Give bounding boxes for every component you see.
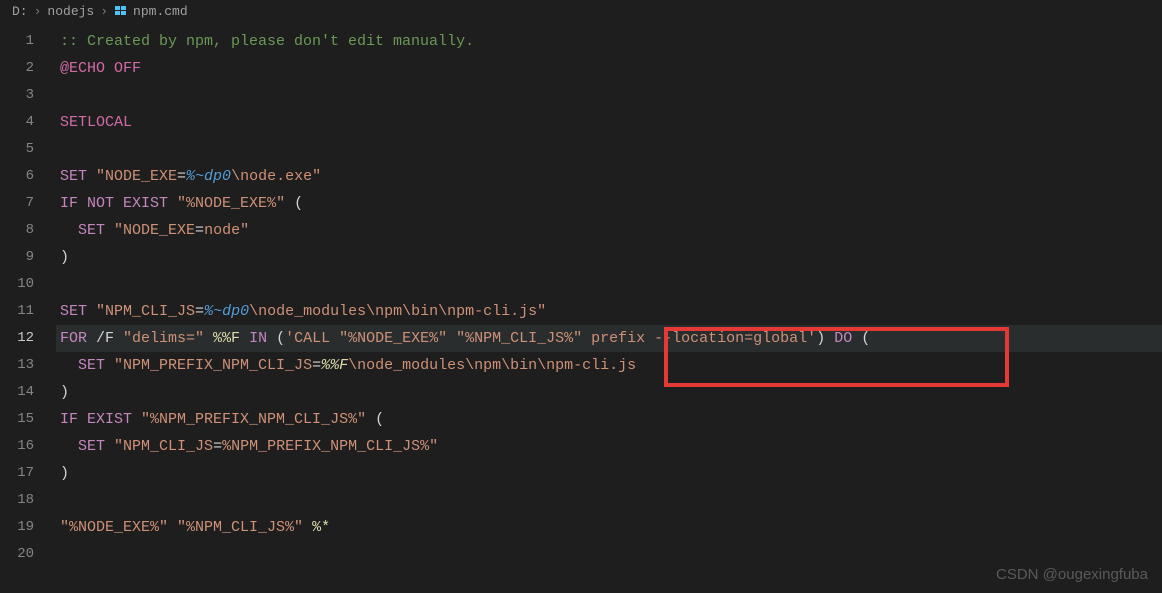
line-number: 3 [0, 82, 56, 109]
code-line[interactable]: IF NOT EXIST "%NODE_EXE%" ( [56, 190, 1162, 217]
chevron-right-icon: › [100, 4, 108, 19]
line-number: 8 [0, 217, 56, 244]
code-line[interactable]: SET "NPM_CLI_JS=%~dp0\node_modules\npm\b… [56, 298, 1162, 325]
code-line[interactable]: ) [56, 379, 1162, 406]
line-number: 7 [0, 190, 56, 217]
line-number: 1 [0, 28, 56, 55]
code-line[interactable]: "%NODE_EXE%" "%NPM_CLI_JS%" %* [56, 514, 1162, 541]
line-number: 16 [0, 433, 56, 460]
code-line[interactable] [56, 487, 1162, 514]
code-line[interactable]: @ECHO OFF [56, 55, 1162, 82]
line-number: 5 [0, 136, 56, 163]
code-line[interactable] [56, 541, 1162, 568]
code-editor[interactable]: 1 2 3 4 5 6 7 8 9 10 11 12 13 14 15 16 1… [0, 22, 1162, 593]
line-number: 11 [0, 298, 56, 325]
code-line[interactable] [56, 82, 1162, 109]
line-number: 15 [0, 406, 56, 433]
windows-file-icon [114, 4, 128, 18]
line-number: 10 [0, 271, 56, 298]
code-line[interactable]: SET "NPM_PREFIX_NPM_CLI_JS=%%F\node_modu… [56, 352, 1162, 379]
code-line[interactable]: FOR /F "delims=" %%F IN ('CALL "%NODE_EX… [56, 325, 1162, 352]
code-line[interactable] [56, 271, 1162, 298]
line-number: 18 [0, 487, 56, 514]
code-line[interactable]: SET "NODE_EXE=%~dp0\node.exe" [56, 163, 1162, 190]
code-line[interactable]: SET "NODE_EXE=node" [56, 217, 1162, 244]
code-line[interactable]: ) [56, 460, 1162, 487]
code-line[interactable]: IF EXIST "%NPM_PREFIX_NPM_CLI_JS%" ( [56, 406, 1162, 433]
code-line[interactable]: ) [56, 244, 1162, 271]
line-number: 9 [0, 244, 56, 271]
watermark: CSDN @ougexingfuba [996, 566, 1148, 583]
code-line[interactable] [56, 136, 1162, 163]
line-number: 19 [0, 514, 56, 541]
breadcrumb-folder[interactable]: nodejs [47, 4, 94, 19]
breadcrumb-drive[interactable]: D: [12, 4, 28, 19]
line-number: 12 [0, 325, 56, 352]
line-number: 17 [0, 460, 56, 487]
line-number: 14 [0, 379, 56, 406]
line-number: 6 [0, 163, 56, 190]
line-number: 2 [0, 55, 56, 82]
code-area[interactable]: :: Created by npm, please don't edit man… [56, 22, 1162, 593]
breadcrumb-file[interactable]: npm.cmd [133, 4, 188, 19]
code-line[interactable]: SET "NPM_CLI_JS=%NPM_PREFIX_NPM_CLI_JS%" [56, 433, 1162, 460]
line-number: 20 [0, 541, 56, 568]
line-number: 4 [0, 109, 56, 136]
line-number-gutter: 1 2 3 4 5 6 7 8 9 10 11 12 13 14 15 16 1… [0, 22, 56, 593]
code-line[interactable]: SETLOCAL [56, 109, 1162, 136]
breadcrumb[interactable]: D: › nodejs › npm.cmd [0, 0, 1162, 22]
line-number: 13 [0, 352, 56, 379]
chevron-right-icon: › [34, 4, 42, 19]
code-line[interactable]: :: Created by npm, please don't edit man… [56, 28, 1162, 55]
